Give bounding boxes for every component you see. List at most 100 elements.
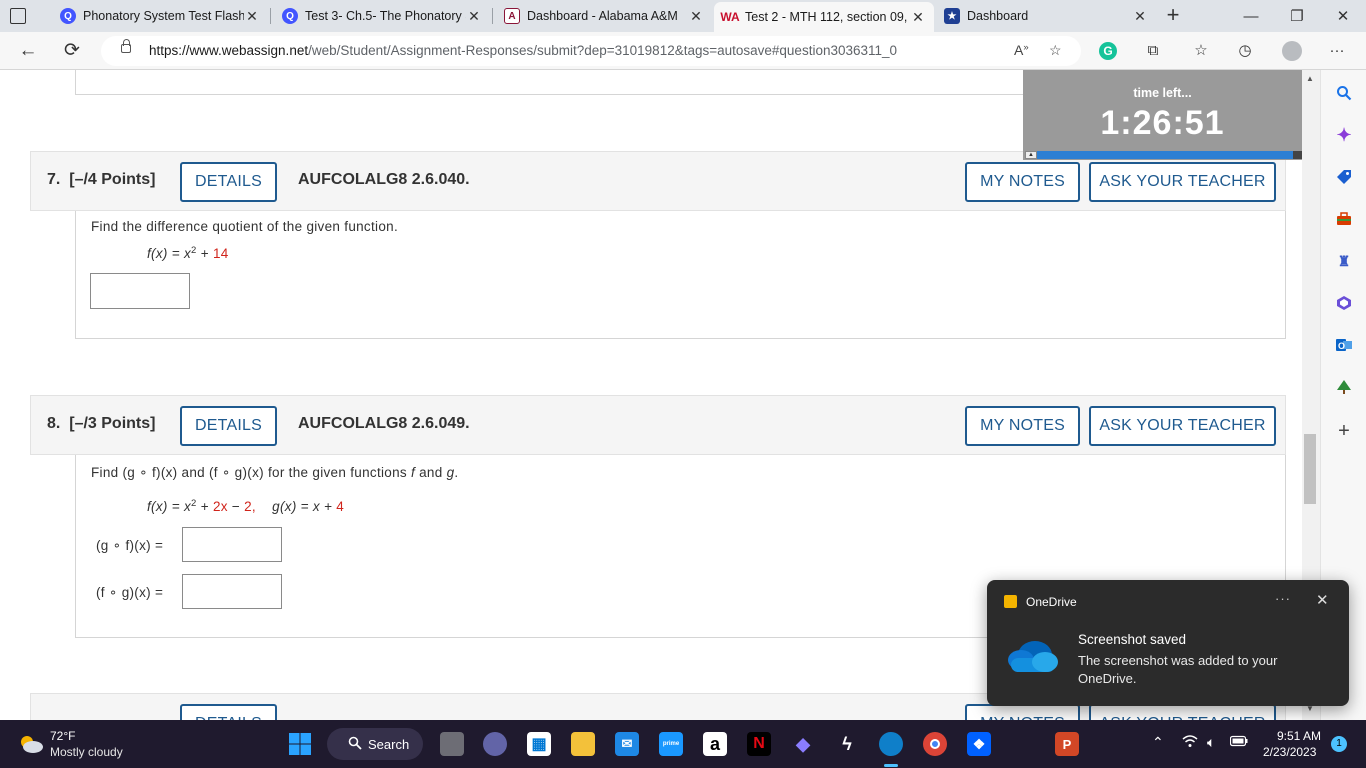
onedrive-notification[interactable]: OneDrive ··· ✕ Screenshot saved The scre… xyxy=(987,580,1349,706)
edge-icon[interactable] xyxy=(879,732,903,756)
tab-title: Dashboard - Alabama A&M xyxy=(527,9,678,23)
function-f: f(x) = x2 + 14 xyxy=(147,245,229,261)
ask-teacher-button[interactable]: ASK YOUR TEACHER xyxy=(1089,162,1276,202)
collapse-timer-icon[interactable]: ▲ xyxy=(1025,151,1037,159)
back-button[interactable]: ← xyxy=(16,40,40,62)
tab-actions-icon[interactable] xyxy=(10,8,26,24)
toast-body: The screenshot was added to your OneDriv… xyxy=(1078,653,1278,686)
dropbox-icon[interactable]: ❖ xyxy=(967,732,991,756)
tab-title: Test 3- Ch.5- The Phonatory S xyxy=(305,9,466,23)
close-icon[interactable]: ✕ xyxy=(910,9,926,26)
close-icon[interactable]: ✕ xyxy=(244,8,260,25)
chrome-icon[interactable] xyxy=(923,732,947,756)
clock-date[interactable]: 2/23/2023 xyxy=(1263,745,1316,759)
my-notes-button[interactable]: MY NOTES xyxy=(965,704,1080,720)
mail-icon[interactable]: ✉ xyxy=(615,732,639,756)
tools-icon[interactable] xyxy=(1334,209,1354,229)
tab-bar: Q Phonatory System Test Flashc ✕ Q Test … xyxy=(0,0,1366,32)
battery-icon[interactable] xyxy=(1229,734,1248,750)
svg-text:O: O xyxy=(1338,341,1345,351)
f-of-g-label: (f ∘ g)(x) = xyxy=(96,585,164,600)
close-icon[interactable]: ✕ xyxy=(688,8,704,25)
search-icon[interactable] xyxy=(1334,83,1354,103)
question-number: 7. [–/4 Points] xyxy=(47,171,156,188)
add-favorite-icon[interactable]: ☆ xyxy=(1049,42,1062,59)
my-notes-button[interactable]: MY NOTES xyxy=(965,406,1080,446)
restore-button[interactable]: ❐ xyxy=(1274,0,1320,32)
details-button[interactable]: DETAILS xyxy=(180,704,277,720)
teams-chat-icon[interactable] xyxy=(483,732,507,756)
tree-icon[interactable] xyxy=(1334,377,1354,397)
tab-title: Phonatory System Test Flashc xyxy=(83,9,244,23)
question-number: 8. [–/3 Points] xyxy=(47,415,156,432)
microsoft-365-icon[interactable] xyxy=(1334,293,1354,313)
games-icon[interactable]: ♜ xyxy=(1334,251,1354,271)
time-left-label: time left... xyxy=(1133,86,1192,100)
shopping-tag-icon[interactable] xyxy=(1334,167,1354,187)
question-reference: AUFCOLALG8 2.6.049. xyxy=(298,415,470,432)
task-view-icon[interactable] xyxy=(440,732,464,756)
g-of-f-label: (g ∘ f)(x) = xyxy=(96,538,164,553)
details-button[interactable]: DETAILS xyxy=(180,406,277,446)
tab-phonatory-flashcards[interactable]: Q Phonatory System Test Flashc ✕ xyxy=(52,0,268,32)
onedrive-cloud-icon xyxy=(1008,641,1058,672)
notification-badge[interactable]: 1 xyxy=(1331,736,1347,752)
wifi-icon[interactable] xyxy=(1182,734,1198,751)
question-7-body: Find the difference quotient of the give… xyxy=(75,211,1286,339)
history-icon[interactable]: ◷ xyxy=(1235,41,1255,61)
url-field[interactable]: https://www.webassign.net/web/Student/As… xyxy=(101,36,1081,66)
add-sidebar-app-icon[interactable]: + xyxy=(1334,420,1354,442)
minimize-button[interactable]: — xyxy=(1228,0,1274,32)
new-tab-button[interactable]: + xyxy=(1161,4,1185,28)
file-explorer-icon[interactable] xyxy=(571,732,595,756)
more-options-icon[interactable]: ··· xyxy=(1275,591,1291,606)
tab-canvas-dashboard[interactable]: ★ Dashboard ✕ xyxy=(936,0,1156,32)
powerpoint-icon[interactable]: P xyxy=(1055,732,1079,756)
tab-title: Dashboard xyxy=(967,9,1029,23)
windows-start-icon[interactable] xyxy=(288,732,312,756)
close-window-button[interactable]: ✕ xyxy=(1320,0,1366,32)
f-of-g-input[interactable] xyxy=(182,574,282,609)
function-definitions: f(x) = x2 + 2x − 2, g(x) = x + 4 xyxy=(147,498,345,514)
question-prompt: Find (g ∘ f)(x) and (f ∘ g)(x) for the g… xyxy=(91,465,459,480)
amazon-icon[interactable]: a xyxy=(703,732,727,756)
quizlet-icon: Q xyxy=(282,8,298,24)
weather-temp[interactable]: 72°F xyxy=(50,729,75,743)
close-icon[interactable]: ✕ xyxy=(1316,591,1329,609)
details-button[interactable]: DETAILS xyxy=(180,162,277,202)
tab-aamu-dashboard[interactable]: A Dashboard - Alabama A&M ✕ xyxy=(496,0,712,32)
prime-video-icon[interactable]: prime xyxy=(659,732,683,756)
extensions-icon[interactable]: ⧉ xyxy=(1143,41,1163,61)
answer-input[interactable] xyxy=(90,273,190,309)
profile-avatar[interactable] xyxy=(1282,41,1302,61)
chevron-up-icon[interactable]: ⌃ xyxy=(1152,734,1164,751)
favorites-icon[interactable]: ☆ xyxy=(1191,41,1211,61)
netflix-icon[interactable]: N xyxy=(747,732,771,756)
tab-phonatory-test[interactable]: Q Test 3- Ch.5- The Phonatory S ✕ xyxy=(274,0,490,32)
close-icon[interactable]: ✕ xyxy=(1132,8,1148,25)
volume-muted-icon[interactable]: 🔈︎ xyxy=(1207,734,1215,751)
toast-app-name: OneDrive xyxy=(1026,595,1077,609)
clipchamp-icon[interactable]: ◆ xyxy=(791,732,815,756)
read-aloud-icon[interactable]: A» xyxy=(1014,42,1029,58)
copilot-sparkle-icon[interactable]: ✦ xyxy=(1334,125,1354,145)
more-menu-icon[interactable]: ··· xyxy=(1327,41,1347,61)
clock-time[interactable]: 9:51 AM xyxy=(1277,729,1321,743)
time-progress-bar xyxy=(1037,151,1293,159)
lightning-app-icon[interactable]: ϟ xyxy=(835,732,859,756)
ask-teacher-button[interactable]: ASK YOUR TEACHER xyxy=(1089,704,1276,720)
tab-webassign-test[interactable]: WA Test 2 - MTH 112, section 09, ✕ xyxy=(714,2,934,32)
my-notes-button[interactable]: MY NOTES xyxy=(965,162,1080,202)
scroll-up-icon[interactable]: ▲ xyxy=(1306,74,1314,83)
taskbar-search[interactable]: Search xyxy=(327,728,423,760)
g-of-f-input[interactable] xyxy=(182,527,282,562)
refresh-button[interactable]: ⟳ xyxy=(60,40,84,62)
close-icon[interactable]: ✕ xyxy=(466,8,482,25)
microsoft-store-icon[interactable]: ▦ xyxy=(527,732,551,756)
ask-teacher-button[interactable]: ASK YOUR TEACHER xyxy=(1089,406,1276,446)
outlook-icon[interactable]: O xyxy=(1334,335,1354,355)
quizlet-icon: Q xyxy=(60,8,76,24)
grammarly-icon[interactable]: G xyxy=(1099,42,1117,60)
scrollbar-thumb[interactable] xyxy=(1304,434,1316,504)
weather-description[interactable]: Mostly cloudy xyxy=(50,745,123,759)
